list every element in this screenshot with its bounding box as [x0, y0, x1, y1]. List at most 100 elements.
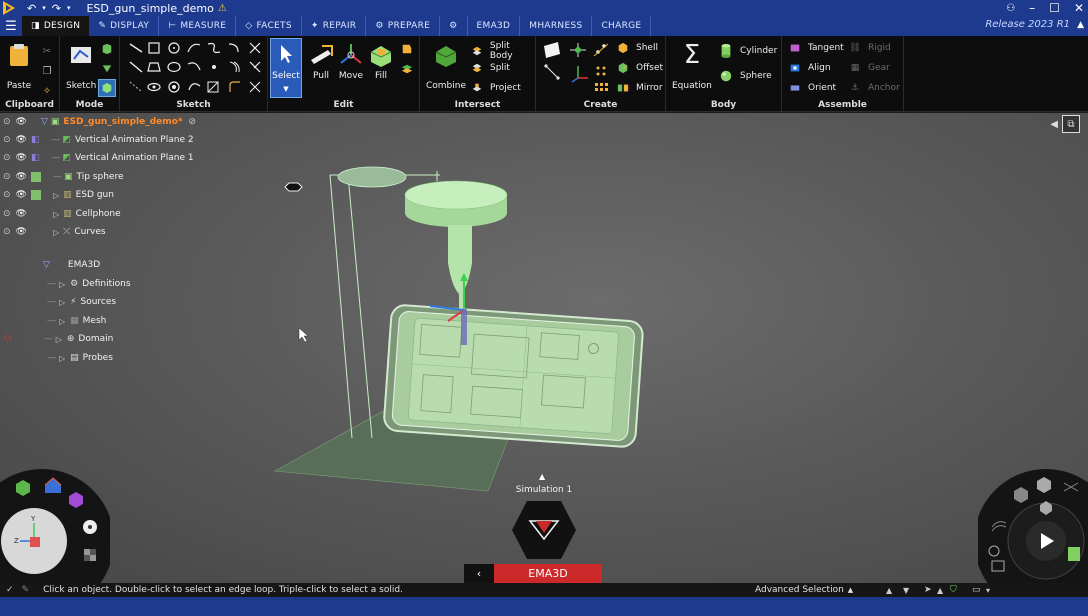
origin-tool-icon[interactable] [544, 64, 560, 80]
rectangle-tool-icon[interactable] [148, 42, 160, 54]
collapse-arrow-icon[interactable]: ▽ [43, 260, 50, 270]
selection-mode-dropdown[interactable]: Advanced Selection ▲ [755, 583, 853, 597]
tab-design[interactable]: ◨ DESIGN [22, 16, 90, 36]
tab-display[interactable]: ✎ DISPLAY [89, 16, 160, 36]
pattern-points-icon[interactable] [596, 66, 606, 76]
cut-icon[interactable]: ✂ [40, 44, 54, 58]
combine-button[interactable]: Combine [426, 42, 466, 91]
expand-arrow-icon[interactable]: ▷ [59, 298, 65, 307]
split-button[interactable]: Split [470, 61, 510, 75]
visibility-pin-icon[interactable]: ⊙ [3, 209, 11, 219]
check-status-icon[interactable]: ✓ [6, 585, 14, 595]
section-mode-icon[interactable] [100, 42, 114, 56]
point-tool-icon[interactable] [212, 65, 216, 69]
ema3d-tree-item[interactable]: — ▷ ⚙ Definitions [0, 275, 131, 293]
ema3d-tree-item[interactable]: — ▷ ⚡ Sources [0, 293, 116, 311]
close-button[interactable]: ✕ [1074, 1, 1084, 15]
eye-icon[interactable]: 👁 [16, 209, 27, 219]
cellphone-model[interactable] [383, 304, 644, 448]
3d-viewport[interactable]: ⊙ 👁 ▽ ▣ ESD_gun_simple_demo* ⊘ ⊙ 👁 ◧ — ◩… [0, 113, 1088, 583]
eye-icon[interactable]: 👁 [16, 135, 27, 145]
visibility-pin-icon[interactable]: ⊙ [3, 135, 11, 145]
bend-tool-icon[interactable] [207, 81, 219, 93]
ema3d-tree-item[interactable]: — ▷ ▦ Mesh [0, 312, 106, 330]
tab-repair[interactable]: ✦ REPAIR [302, 16, 367, 36]
point-create-icon[interactable] [593, 43, 609, 57]
tab-prepare[interactable]: ⚙ PREPARE [366, 16, 441, 36]
tangent-line-tool-icon[interactable] [129, 61, 143, 73]
sketch-mode-button[interactable]: Sketch [66, 42, 96, 91]
fillet-tool-icon[interactable] [229, 81, 240, 92]
view-sketch-tool-icon[interactable] [147, 82, 161, 92]
tree-item[interactable]: ⊙ 👁 — ▣ Tip sphere [0, 168, 123, 186]
scroll-down-icon[interactable]: ▼ [903, 586, 909, 595]
layer-icon[interactable]: ◧ [31, 135, 40, 145]
solid-mode-icon[interactable] [100, 61, 114, 75]
3d-mode-icon[interactable] [98, 79, 116, 97]
tree-item[interactable]: ⊙ 👁 ◧ — ◩ Vertical Animation Plane 1 [0, 149, 194, 167]
cursor-select-icon[interactable]: ➤ [924, 585, 932, 595]
expand-arrow-icon[interactable]: ▷ [53, 228, 59, 237]
expand-up-icon[interactable]: ▲ [539, 472, 545, 481]
three-point-circle-tool-icon[interactable] [168, 81, 180, 93]
esd-gun-disk-top[interactable] [404, 180, 508, 210]
axis-tool-icon[interactable] [570, 43, 586, 57]
filter-icon[interactable]: ⛉ [950, 585, 957, 595]
back-chevron-icon[interactable]: ‹ [464, 564, 494, 583]
offset-curve-tool-icon[interactable] [229, 61, 240, 73]
fill-button[interactable]: Fill [368, 42, 394, 81]
blend-icon[interactable] [400, 62, 414, 76]
three-point-arc-tool-icon[interactable] [188, 83, 201, 91]
expand-arrow-icon[interactable]: ▷ [53, 210, 59, 219]
collapse-panel-icon[interactable]: ◀ [1050, 119, 1058, 130]
ema3d-tree-item[interactable]: — ▷ ▤ Probes [0, 349, 113, 367]
split-line-tool-icon[interactable] [249, 61, 261, 73]
expand-arrow-icon[interactable]: ▷ [59, 354, 65, 363]
visibility-pin-icon[interactable]: ⊙ [3, 227, 11, 237]
user-icon[interactable]: ⚇ [1006, 3, 1015, 14]
tab-facets[interactable]: ◇ FACETS [236, 16, 302, 36]
orient-button[interactable]: Orient [788, 81, 836, 95]
polygon-tool-icon[interactable] [147, 62, 161, 72]
hamburger-menu-icon[interactable]: ☰ [0, 16, 22, 36]
expand-arrow-icon[interactable]: ▷ [56, 335, 62, 344]
grid-pattern-icon[interactable] [595, 83, 608, 91]
pencil-status-icon[interactable]: ✎ [22, 585, 30, 595]
equation-button[interactable]: Σ Equation [672, 40, 712, 91]
ellipse-tool-icon[interactable] [167, 61, 181, 73]
scroll-up-icon[interactable]: ▲ [886, 586, 892, 595]
visibility-pin-icon[interactable]: ⊙ [3, 190, 11, 200]
tree-root-row[interactable]: ⊙ 👁 ▽ ▣ ESD_gun_simple_demo* ⊘ [0, 113, 196, 131]
tab-mharness[interactable]: MHARNESS [520, 16, 593, 36]
replace-icon[interactable] [400, 42, 414, 56]
visibility-pin-icon[interactable]: ⊙ [3, 172, 11, 182]
tab-extension[interactable]: ⚙ [440, 16, 468, 36]
construction-line-tool-icon[interactable] [129, 81, 143, 93]
circle-tool-icon[interactable] [168, 42, 180, 54]
spline-tool-icon[interactable] [207, 42, 221, 54]
collapse-ribbon-icon[interactable]: ▲ [1077, 20, 1084, 30]
animation-plane-edge[interactable] [347, 174, 373, 439]
select-button[interactable]: Select ▼ [270, 38, 302, 98]
rigid-button[interactable]: ⛓ Rigid [848, 41, 890, 55]
extend-line-tool-icon[interactable] [249, 81, 261, 93]
maximize-button[interactable]: ☐ [1049, 1, 1060, 15]
checker-icon[interactable] [84, 549, 96, 561]
film-reel-icon[interactable] [83, 520, 97, 534]
visibility-pin-icon[interactable]: ⊙ [3, 117, 11, 127]
eye-icon[interactable]: 👁 [16, 190, 27, 200]
cylinder-button[interactable]: Cylinder [718, 42, 777, 60]
tab-measure[interactable]: ⊢ MEASURE [159, 16, 237, 36]
move-button[interactable]: Move [338, 42, 364, 81]
top-disk-plane[interactable] [337, 166, 407, 188]
eye-icon[interactable]: 👁 [16, 172, 27, 182]
sphere-button[interactable]: Sphere [718, 68, 772, 84]
redo-icon[interactable]: ↷ [52, 2, 61, 15]
visibility-pin-icon[interactable]: ⊙ [3, 153, 11, 163]
eye-icon[interactable]: 👁 [16, 227, 27, 237]
ema3d-bottom-tab[interactable]: ‹ EMA3D [464, 564, 602, 583]
undo-icon[interactable]: ↶ [27, 2, 36, 15]
anchor-button[interactable]: ⚓ Anchor [848, 81, 900, 95]
expand-arrow-icon[interactable]: ▷ [59, 280, 65, 289]
tab-ema3d[interactable]: EMA3D [468, 16, 521, 36]
